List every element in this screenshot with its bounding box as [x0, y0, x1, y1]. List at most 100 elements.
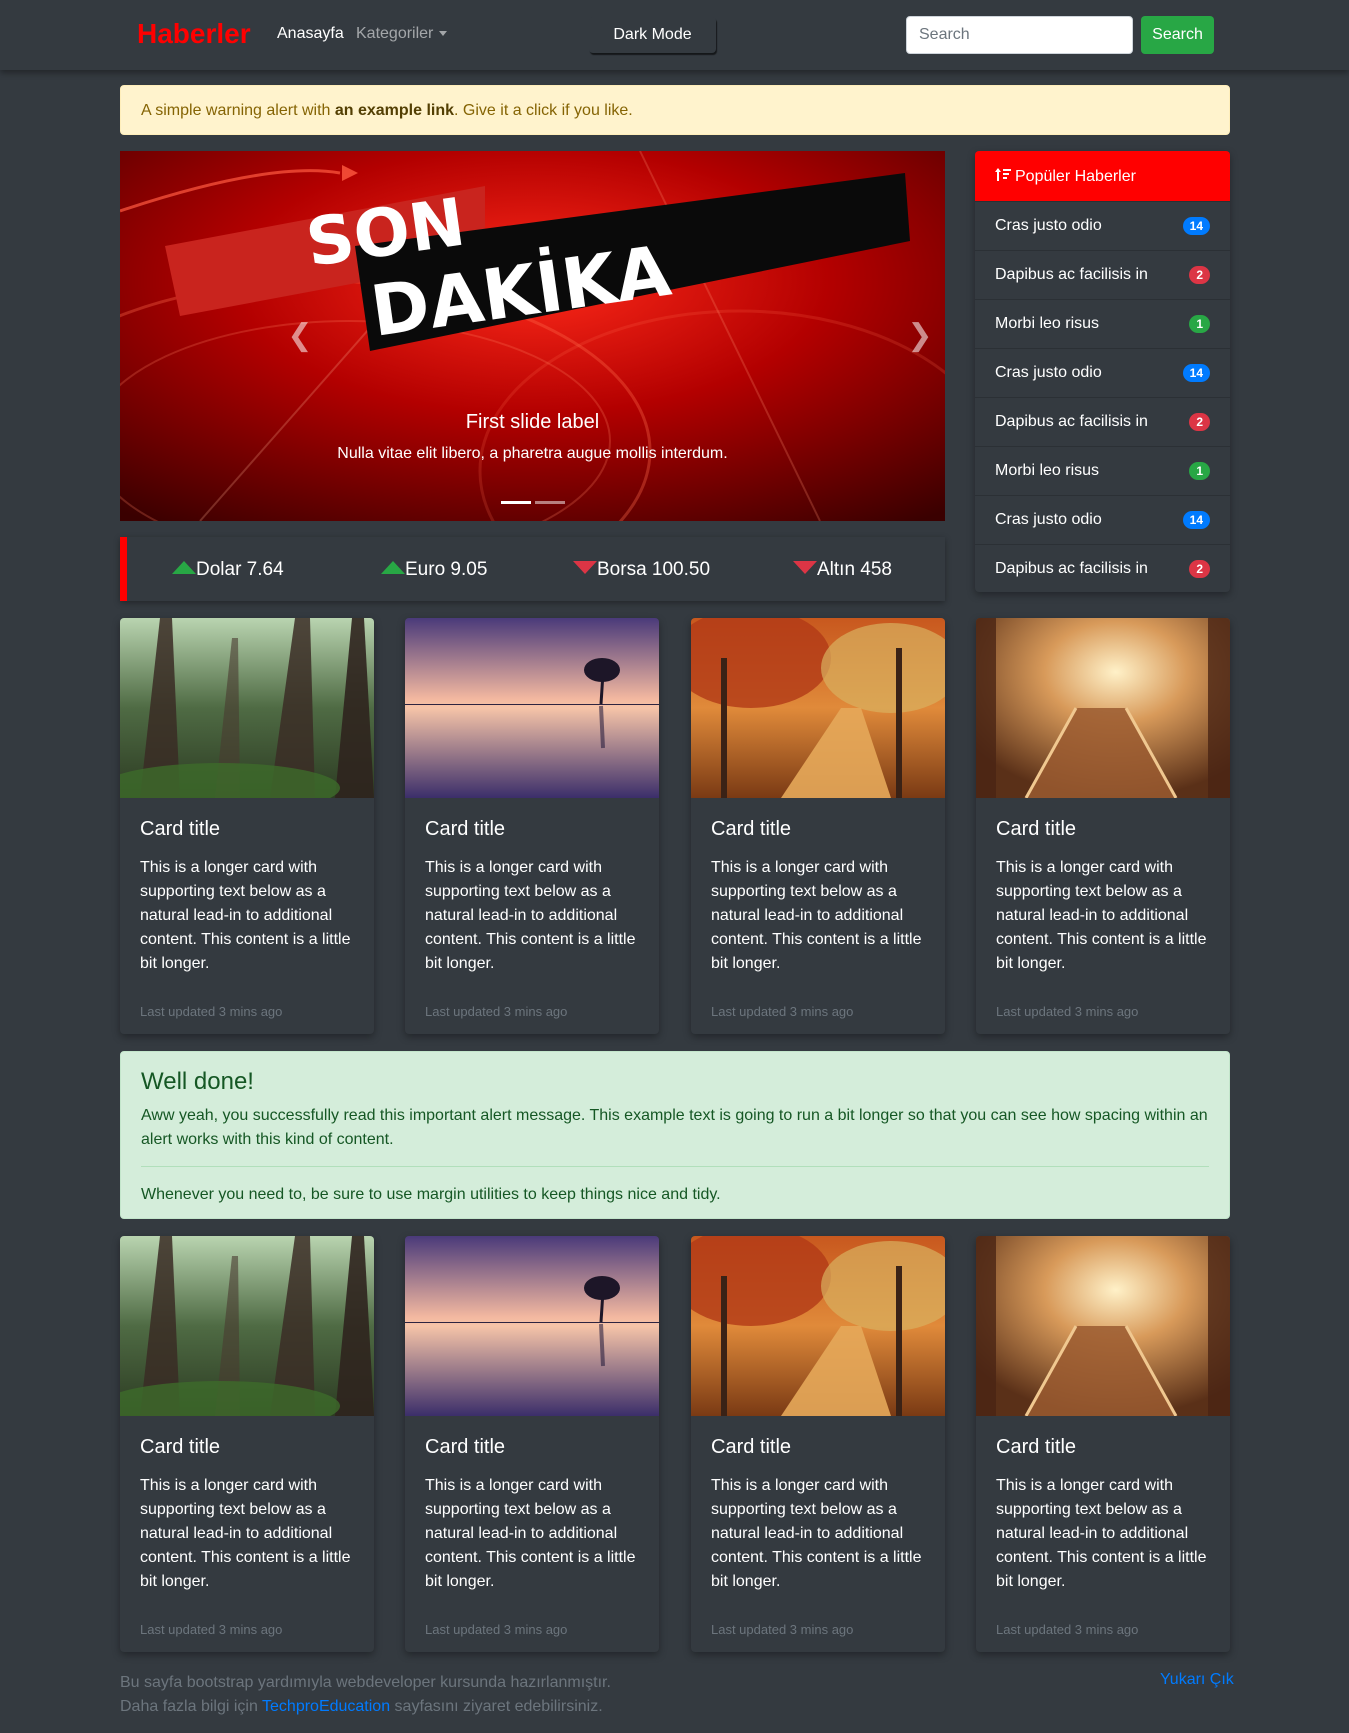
market-ticker: Dolar 7.64 Euro 9.05 Borsa 100.50 Altın … [120, 537, 945, 601]
popular-news-item[interactable]: Cras justo odio 14 [975, 348, 1230, 397]
card-footer: Last updated 3 mins ago [996, 1004, 1139, 1019]
news-card[interactable]: Card title This is a longer card with su… [976, 1236, 1230, 1652]
ticker-label: Borsa 100.50 [597, 559, 711, 580]
card-text: This is a longer card with supporting te… [140, 859, 351, 972]
autumn-path-image [691, 618, 945, 798]
back-to-top-link[interactable]: Yukarı Çık [1160, 1671, 1234, 1689]
popular-item-label: Dapibus ac facilisis in [995, 560, 1148, 577]
card-footer: Last updated 3 mins ago [425, 1004, 568, 1019]
warning-alert-link[interactable]: an example link [335, 102, 454, 119]
popular-news-item[interactable]: Morbi leo risus 1 [975, 446, 1230, 495]
footer-line2-start: Daha fazla bilgi için [120, 1698, 263, 1715]
popular-item-label: Morbi leo risus [995, 315, 1100, 332]
news-card[interactable]: Card title This is a longer card with su… [691, 618, 945, 1034]
card-title: Card title [711, 818, 792, 840]
card-text: This is a longer card with supporting te… [711, 1477, 922, 1590]
techpro-link[interactable]: TechproEducation [262, 1698, 390, 1715]
search-input[interactable] [906, 16, 1133, 54]
success-alert-text: Aww yeah, you successfully read this imp… [141, 1107, 1208, 1148]
card-footer: Last updated 3 mins ago [140, 1004, 283, 1019]
card-text: This is a longer card with supporting te… [996, 1477, 1207, 1590]
search-button[interactable]: Search [1141, 16, 1214, 54]
carousel-prev-button[interactable]: ❮ [280, 306, 320, 366]
success-alert-note: Whenever you need to, be sure to use mar… [141, 1186, 721, 1203]
card-text: This is a longer card with supporting te… [425, 1477, 636, 1590]
navbar: Haberler Anasayfa Kategoriler Dark Mode … [0, 0, 1349, 70]
popular-news-item[interactable]: Cras justo odio 14 [975, 201, 1230, 250]
card-footer: Last updated 3 mins ago [996, 1622, 1139, 1637]
ticker-label: Euro 9.05 [405, 559, 488, 580]
ticker-label: Dolar 7.64 [196, 559, 284, 580]
footer: Bu sayfa bootstrap yardımıyla webdevelop… [120, 1671, 611, 1719]
card-title: Card title [140, 1436, 221, 1458]
chevron-left-icon: ❮ [287, 319, 313, 352]
nav-home-link[interactable]: Anasayfa [277, 25, 344, 43]
card-title: Card title [996, 818, 1077, 840]
carousel-next-button[interactable]: ❯ [900, 306, 940, 366]
count-badge: 1 [1189, 462, 1210, 480]
popular-news-item[interactable]: Cras justo odio 14 [975, 495, 1230, 544]
popular-news-list: Popüler Haberler Cras justo odio 14 Dapib… [975, 151, 1230, 592]
news-carousel: SON DAKİKA ❮ ❯ First slide label Nulla v… [120, 151, 945, 521]
popular-item-label: Cras justo odio [995, 364, 1102, 381]
popular-news-item[interactable]: Morbi leo risus 1 [975, 299, 1230, 348]
popular-item-label: Morbi leo risus [995, 462, 1100, 479]
ticker-item: Dolar 7.64 [172, 559, 284, 581]
footer-line2: Daha fazla bilgi için TechproEducation s… [120, 1695, 611, 1719]
chevron-down-icon [439, 31, 448, 37]
autumn-path-image [691, 1236, 945, 1416]
success-alert: Well done! Aww yeah, you successfully re… [120, 1051, 1230, 1219]
divider [141, 1166, 1209, 1167]
nav-categories-dropdown[interactable]: Kategoriler [356, 25, 448, 43]
arrow-up-icon [381, 561, 405, 574]
carousel-indicators [499, 491, 567, 509]
warning-alert-text-end: . Give it a click if you like. [454, 102, 633, 119]
lake-sunset-image [405, 618, 659, 798]
nav-categories-label: Kategoriler [356, 25, 434, 42]
news-card[interactable]: Card title This is a longer card with su… [120, 618, 374, 1034]
news-card[interactable]: Card title This is a longer card with su… [976, 618, 1230, 1034]
forest-image [120, 618, 374, 798]
card-footer: Last updated 3 mins ago [711, 1004, 854, 1019]
popular-news-item[interactable]: Dapibus ac facilisis in 2 [975, 250, 1230, 299]
popular-news-header: Popüler Haberler [975, 151, 1230, 201]
popular-news-title: Popüler Haberler [1015, 168, 1136, 185]
news-card[interactable]: Card title This is a longer card with su… [120, 1236, 374, 1652]
popular-item-label: Cras justo odio [995, 511, 1102, 528]
news-card[interactable]: Card title This is a longer card with su… [691, 1236, 945, 1652]
news-card[interactable]: Card title This is a longer card with su… [405, 1236, 659, 1652]
popular-item-label: Cras justo odio [995, 217, 1102, 234]
warning-alert: A simple warning alert with an example l… [120, 85, 1230, 135]
warning-alert-text: A simple warning alert with [141, 102, 335, 119]
count-badge: 1 [1189, 315, 1210, 333]
card-text: This is a longer card with supporting te… [996, 859, 1207, 972]
card-footer: Last updated 3 mins ago [425, 1622, 568, 1637]
carousel-indicator[interactable] [535, 501, 565, 504]
card-title: Card title [425, 1436, 506, 1458]
card-title: Card title [140, 818, 221, 840]
brand-logo[interactable]: Haberler [137, 18, 251, 50]
count-badge: 2 [1189, 560, 1210, 578]
count-badge: 14 [1182, 511, 1210, 529]
card-title: Card title [996, 1436, 1077, 1458]
arrow-down-icon [793, 561, 817, 574]
dark-mode-button[interactable]: Dark Mode [589, 17, 716, 53]
arrow-up-icon [172, 561, 196, 574]
card-text: This is a longer card with supporting te… [425, 859, 636, 972]
ticker-item: Altın 458 [793, 559, 892, 581]
ticker-item: Borsa 100.50 [573, 559, 710, 581]
chevron-right-icon: ❯ [907, 319, 933, 352]
news-card[interactable]: Card title This is a longer card with su… [405, 618, 659, 1034]
carousel-indicator[interactable] [501, 501, 531, 504]
footer-line2-end: sayfasını ziyaret edebilirsiniz. [390, 1698, 603, 1715]
card-title: Card title [425, 818, 506, 840]
carousel-caption-text: Nulla vitae elit libero, a pharetra augu… [337, 445, 728, 462]
card-text: This is a longer card with supporting te… [711, 859, 922, 972]
ticker-item: Euro 9.05 [381, 559, 487, 581]
sort-icon [995, 168, 1011, 181]
popular-item-label: Dapibus ac facilisis in [995, 266, 1148, 283]
popular-item-label: Dapibus ac facilisis in [995, 413, 1148, 430]
popular-news-item[interactable]: Dapibus ac facilisis in 2 [975, 544, 1230, 592]
count-badge: 2 [1189, 413, 1210, 431]
popular-news-item[interactable]: Dapibus ac facilisis in 2 [975, 397, 1230, 446]
